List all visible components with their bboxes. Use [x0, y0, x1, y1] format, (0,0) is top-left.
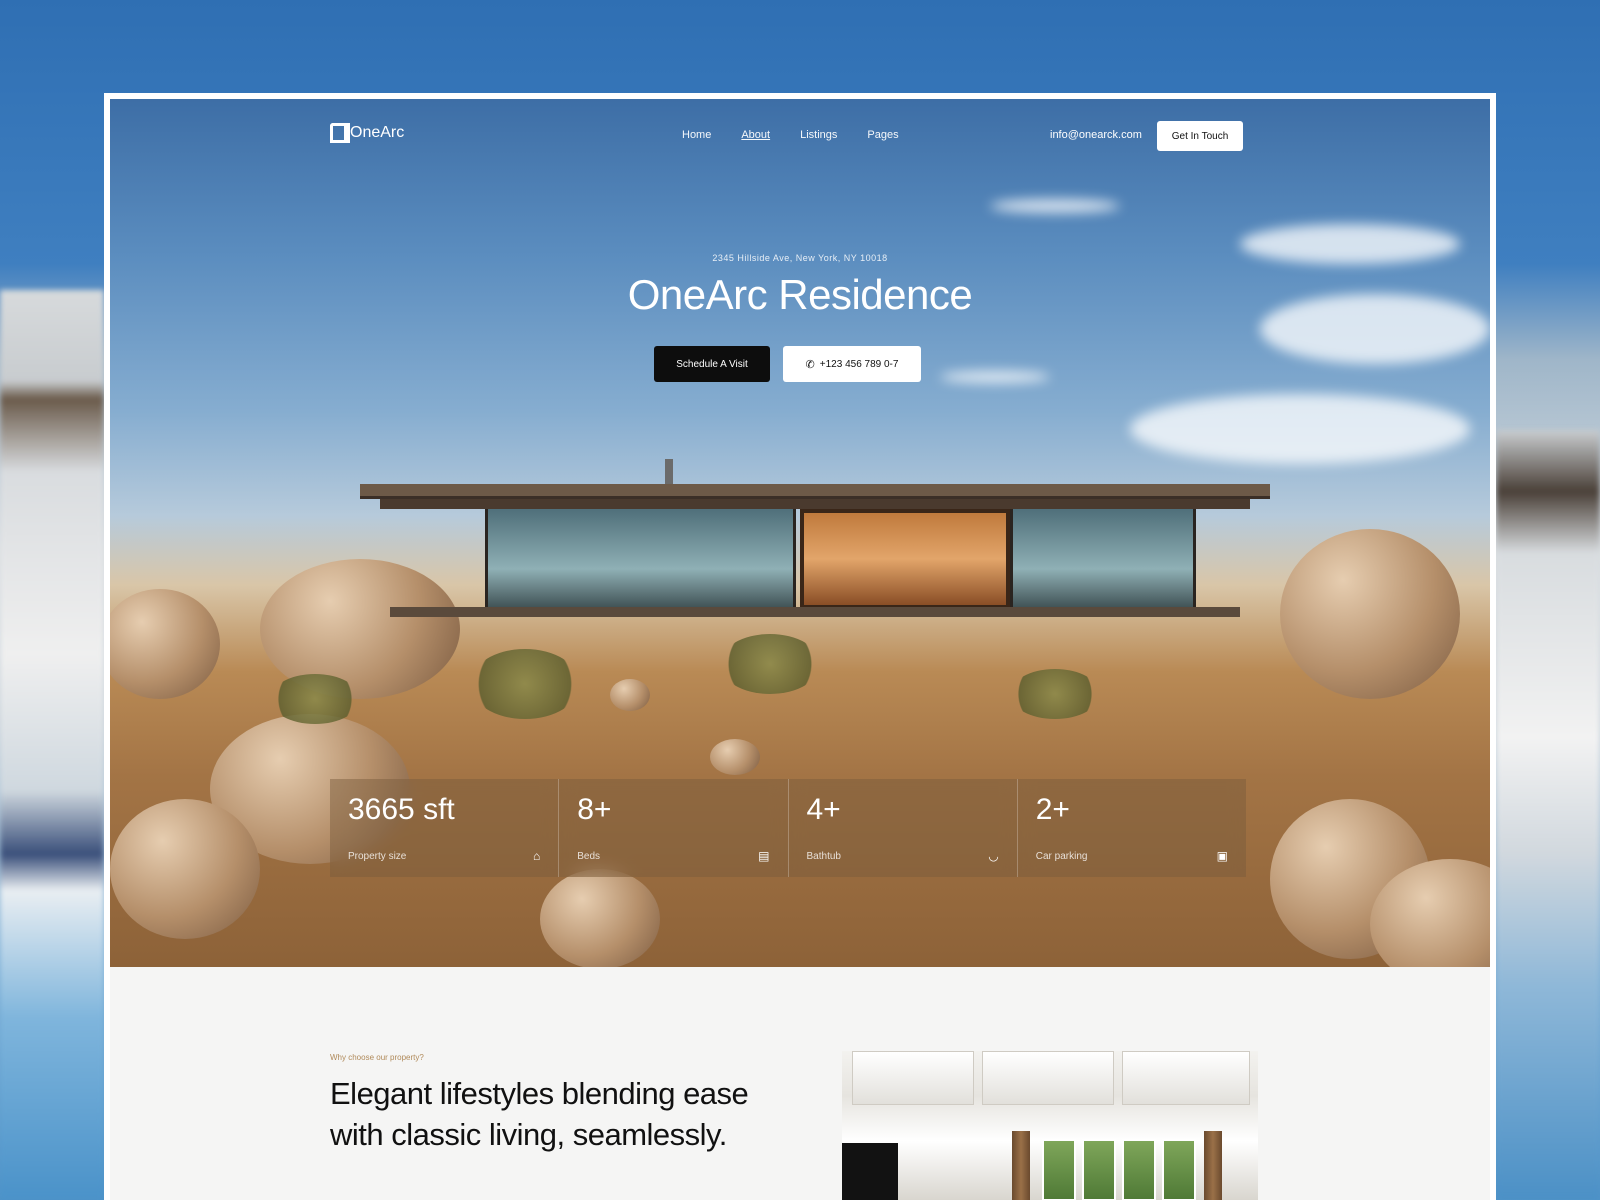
stat-label: Beds [577, 851, 601, 862]
nav-links: Home About Listings Pages [682, 129, 899, 141]
bath-icon: ◡ [988, 849, 999, 863]
website-mockup-frame: OneArc Home About Listings Pages info@on… [104, 93, 1496, 1200]
stat-value: 8+ [577, 793, 612, 826]
nav-link-home[interactable]: Home [682, 129, 711, 141]
desert-shrub [470, 649, 580, 719]
rock [710, 739, 760, 775]
stat-label: Property size [348, 851, 407, 862]
hero-address: 2345 Hillside Ave, New York, NY 10018 [712, 253, 888, 263]
rock [540, 869, 660, 967]
curtain [1204, 1131, 1222, 1200]
cloud [1130, 394, 1470, 464]
house-roof-underside [380, 499, 1250, 509]
rock [610, 679, 650, 711]
hero-section: OneArc Home About Listings Pages info@on… [110, 99, 1490, 967]
nav-link-pages[interactable]: Pages [867, 129, 898, 141]
house-deck [390, 607, 1240, 617]
stat-label: Car parking [1035, 851, 1088, 862]
section-heading: Elegant lifestyles blending ease with cl… [330, 1076, 749, 1152]
about-section: Why choose our property? Elegant lifesty… [110, 967, 1490, 1200]
brand-name: OneArc [350, 124, 405, 141]
hero-title: OneArc Residence [627, 271, 973, 318]
stat-card-size: 3665 sft Property size ⌂ [330, 779, 560, 877]
window-pane [1082, 1139, 1116, 1200]
rock [110, 589, 220, 699]
house-glass-wall [485, 509, 796, 609]
stat-card-beds: 8+ Beds ▤ [559, 779, 789, 877]
ceiling-coffer [982, 1051, 1114, 1105]
desert-shrub [1010, 669, 1100, 719]
house-chimney [665, 459, 673, 485]
logo-icon [330, 123, 350, 143]
desert-shrub [720, 634, 820, 694]
bed-icon: ▤ [758, 849, 770, 863]
top-nav: OneArc Home About Listings Pages info@on… [110, 99, 1490, 169]
phone-button[interactable]: ✆ +123 456 789 0-7 [783, 346, 921, 382]
ceiling-coffer [1122, 1051, 1250, 1105]
schedule-visit-button[interactable]: Schedule A Visit [654, 346, 770, 382]
stat-label: Bathtub [806, 851, 841, 862]
cloud [940, 371, 1050, 383]
nav-email-link[interactable]: info@onearck.com [1050, 129, 1142, 141]
nav-link-about[interactable]: About [741, 129, 770, 141]
desert-shrub [270, 674, 360, 724]
section-eyebrow: Why choose our property? [330, 1053, 424, 1062]
ceiling-coffer [852, 1051, 974, 1105]
rock [1280, 529, 1460, 699]
window-pane [1122, 1139, 1156, 1200]
background-blur-left [0, 290, 104, 1200]
stat-value: 2+ [1035, 793, 1070, 826]
curtain [1012, 1131, 1030, 1200]
stat-value: 4+ [806, 793, 841, 826]
window-pane [1042, 1139, 1076, 1200]
home-icon: ⌂ [533, 849, 541, 863]
house-interior [800, 509, 1010, 609]
tv-screen [842, 1143, 898, 1200]
stat-value: 3665 sft [348, 793, 455, 826]
background-blur-right [1496, 430, 1600, 1200]
house-glass-wall [1010, 509, 1196, 609]
phone-number: +123 456 789 0-7 [819, 358, 899, 370]
window-pane [1162, 1139, 1196, 1200]
get-in-touch-button[interactable]: Get In Touch [1157, 121, 1243, 151]
stat-card-bathtub: 4+ Bathtub ◡ [788, 779, 1018, 877]
rock [110, 799, 260, 939]
stat-card-parking: 2+ Car parking ▣ [1017, 779, 1246, 877]
property-stats: 3665 sft Property size ⌂ 8+ Beds ▤ 4+ Ba… [330, 779, 1246, 877]
phone-icon: ✆ [805, 358, 815, 371]
nav-link-listings[interactable]: Listings [800, 129, 837, 141]
brand-logo[interactable]: OneArc [330, 123, 404, 143]
interior-photo [842, 1051, 1258, 1200]
house-roof [360, 484, 1270, 499]
cloud [990, 199, 1120, 213]
car-icon: ▣ [1216, 849, 1228, 863]
